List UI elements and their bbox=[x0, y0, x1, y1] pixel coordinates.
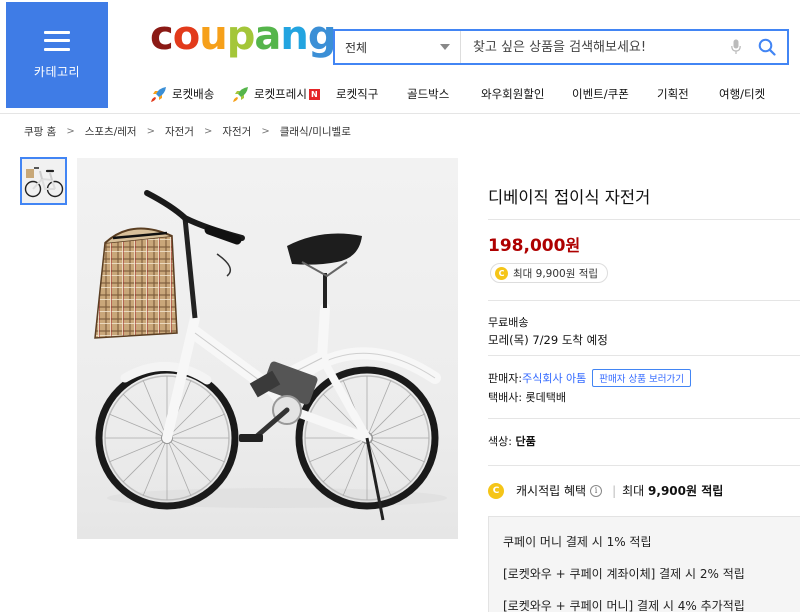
benefit-item: [로켓와우 + 쿠페이 머니] 결제 시 4% 추가적립 bbox=[503, 599, 745, 612]
main-nav: 로켓배송 로켓프레시 N 로켓직구 골드박스 와우회원할인 이벤트/쿠폰 기획전 여행/티켓 bbox=[150, 84, 800, 104]
breadcrumb-link[interactable]: 스포츠/레저 bbox=[85, 124, 137, 139]
divider-line bbox=[488, 465, 800, 466]
breadcrumb-link[interactable]: 클래식/미니벨로 bbox=[280, 124, 351, 139]
nav-item[interactable]: 여행/티켓 bbox=[719, 86, 789, 102]
product-title: 디베이직 접이식 자전거 bbox=[488, 188, 651, 207]
benefit-item: [로켓와우 + 쿠페이 계좌이체] 결제 시 2% 적립 bbox=[503, 567, 745, 581]
divider-line bbox=[488, 355, 800, 356]
nav-item-label: 이벤트/쿠폰 bbox=[572, 87, 629, 101]
coupang-logo[interactable]: coupang bbox=[150, 13, 337, 59]
category-label: 카테고리 bbox=[33, 64, 81, 79]
logo-letter: o bbox=[172, 13, 201, 59]
coin-icon: C bbox=[488, 482, 504, 499]
divider-line bbox=[488, 219, 800, 220]
seller-label: 판매자: bbox=[488, 372, 523, 385]
cash-reward-row: C 캐시적립 혜택 i | 최대 9,900원 적립 bbox=[488, 482, 723, 499]
seller-row: 판매자: 주식회사 아톰 판매자 상품 보러가기 bbox=[488, 369, 691, 387]
cash-max-prefix: 최대 bbox=[622, 484, 645, 498]
logo-letter: c bbox=[150, 13, 174, 59]
breadcrumb-link[interactable]: 쿠팡 홈 bbox=[24, 124, 56, 139]
benefit-item: 쿠페이 머니 결제 시 1% 적립 bbox=[503, 535, 652, 549]
product-main-image bbox=[77, 158, 458, 539]
logo-letter: n bbox=[280, 13, 309, 59]
delivery-date: 모레(목) 7/29 도착 예정 bbox=[488, 333, 608, 347]
seller-products-button[interactable]: 판매자 상품 보러가기 bbox=[592, 369, 691, 387]
cash-separator: | bbox=[612, 483, 617, 498]
nav-item[interactable]: 로켓직구 bbox=[336, 86, 407, 102]
breadcrumb-link[interactable]: 자전거 bbox=[222, 124, 251, 139]
nav-item-label: 와우회원할인 bbox=[481, 87, 545, 101]
product-thumbnail[interactable] bbox=[20, 157, 67, 205]
nav-item-label: 로켓프레시 bbox=[254, 87, 307, 101]
courier-info: 택배사: 롯데택배 bbox=[488, 391, 567, 404]
option-label: 색상: bbox=[488, 435, 512, 448]
cash-max-text: 최대 9,900원 적립 bbox=[622, 482, 723, 499]
breadcrumb-link[interactable]: 자전거 bbox=[165, 124, 194, 139]
rocket-icon bbox=[150, 85, 168, 103]
nav-item-label: 골드박스 bbox=[407, 87, 450, 101]
option-row: 색상: 단품 bbox=[488, 433, 536, 449]
reward-badge: C 최대 9,900원 적립 bbox=[490, 263, 609, 283]
nav-item-label: 로켓배송 bbox=[172, 87, 215, 101]
nav-item[interactable]: 이벤트/쿠폰 bbox=[572, 86, 657, 102]
divider-line bbox=[488, 300, 800, 301]
breadcrumb: 쿠팡 홈 > 스포츠/레저 > 자전거 > 자전거 > 클래식/미니벨로 bbox=[24, 124, 351, 139]
nav-item[interactable]: 와우회원할인 bbox=[481, 86, 572, 102]
payment-benefits-box: 쿠페이 머니 결제 시 1% 적립 [로켓와우 + 쿠페이 계좌이체] 결제 시… bbox=[488, 516, 800, 612]
search-input[interactable] bbox=[461, 31, 725, 63]
logo-letter: p bbox=[226, 13, 256, 59]
caret-down-icon bbox=[440, 44, 450, 50]
search-category-select[interactable]: 전체 bbox=[335, 31, 461, 63]
nav-item[interactable]: 골드박스 bbox=[407, 86, 481, 102]
product-price: 198,000원 bbox=[488, 232, 580, 256]
logo-letter: u bbox=[199, 13, 228, 59]
info-icon[interactable]: i bbox=[590, 484, 603, 497]
nav-item[interactable]: 로켓프레시 N bbox=[232, 85, 336, 103]
seller-name-link[interactable]: 주식회사 아톰 bbox=[522, 370, 586, 386]
search-icon[interactable] bbox=[747, 31, 787, 63]
nav-item-label: 기획전 bbox=[657, 87, 689, 101]
nav-item-label: 로켓직구 bbox=[336, 87, 379, 101]
nav-item[interactable]: 로켓배송 bbox=[150, 85, 232, 103]
logo-letter: a bbox=[254, 13, 281, 59]
nav-item[interactable]: 기획전 bbox=[657, 86, 719, 102]
price-value: 198,000 bbox=[488, 236, 566, 256]
reward-text: 최대 9,900원 적립 bbox=[513, 267, 599, 280]
price-currency: 원 bbox=[565, 236, 581, 255]
header-divider bbox=[0, 113, 800, 114]
logo-letter: g bbox=[307, 13, 337, 59]
search-bar: 전체 bbox=[333, 29, 789, 65]
chevron-right-icon: > bbox=[146, 126, 155, 137]
hamburger-icon bbox=[44, 30, 70, 51]
chevron-right-icon: > bbox=[203, 126, 213, 137]
nav-item-label: 여행/티켓 bbox=[719, 87, 766, 101]
cash-reward-label: 캐시적립 혜택 bbox=[516, 484, 587, 498]
coin-icon: C bbox=[495, 266, 508, 280]
divider-line bbox=[488, 418, 800, 419]
new-badge: N bbox=[308, 88, 320, 100]
category-menu-button[interactable]: 카테고리 bbox=[6, 2, 108, 108]
chevron-right-icon: > bbox=[66, 126, 75, 137]
chevron-right-icon: > bbox=[261, 126, 270, 137]
microphone-icon[interactable] bbox=[725, 31, 747, 63]
option-value: 단품 bbox=[515, 435, 536, 448]
search-category-value: 전체 bbox=[345, 40, 368, 55]
cash-max-value: 9,900원 적립 bbox=[648, 484, 724, 498]
rocket-icon bbox=[232, 85, 250, 103]
shipping-title: 무료배송 bbox=[488, 316, 529, 329]
